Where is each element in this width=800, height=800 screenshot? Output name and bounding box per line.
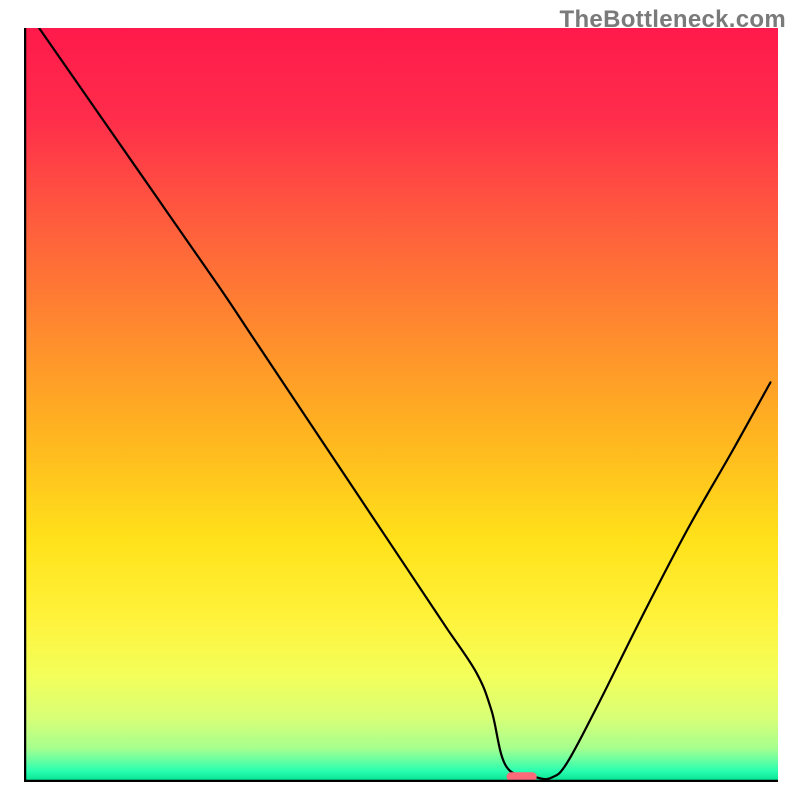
plot-area xyxy=(24,28,778,782)
chart-container: TheBottleneck.com xyxy=(0,0,800,800)
watermark-label: TheBottleneck.com xyxy=(560,6,786,34)
chart-background-gradient xyxy=(24,28,778,782)
